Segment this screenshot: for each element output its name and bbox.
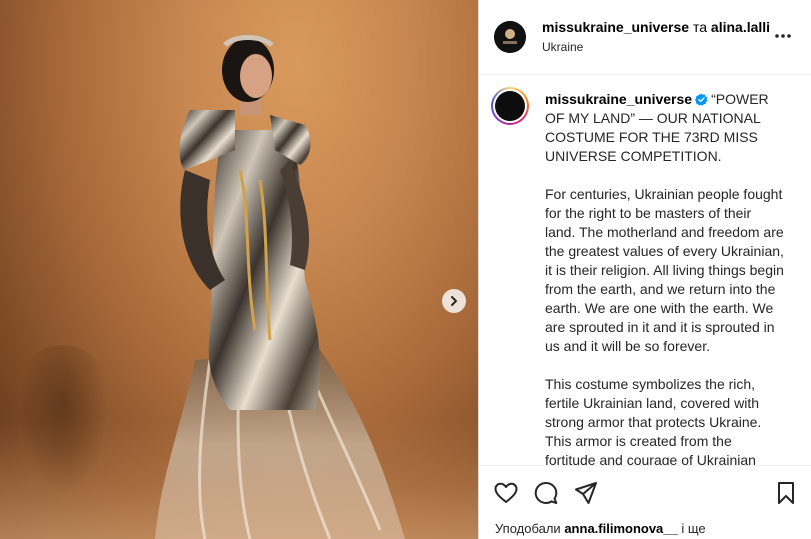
caption-first-paragraph: missukraine_universe “POWER OF MY LAND” … [545, 90, 785, 166]
paper-plane-icon[interactable] [573, 480, 599, 506]
header-usernames: missukraine_universe та alina.lalli [542, 19, 770, 35]
author-username-link[interactable]: missukraine_universe [542, 19, 689, 35]
wall-shadow [18, 345, 108, 495]
avatar-image [494, 21, 526, 53]
caption-area: missukraine_universe “POWER OF MY LAND” … [479, 75, 811, 465]
likes-user-link[interactable]: anna.filimonova__ [564, 521, 677, 536]
coauthor-username-link[interactable]: alina.lalli [711, 19, 770, 35]
caption-username-link[interactable]: missukraine_universe [545, 91, 692, 107]
location-link[interactable]: Ukraine [542, 40, 583, 54]
action-bar [479, 465, 811, 510]
caption-paragraph-3: This costume symbolizes the rich, fertil… [545, 376, 762, 465]
post-sidebar: missukraine_universe та alina.lalli Ukra… [478, 0, 811, 539]
author-avatar[interactable] [494, 21, 526, 53]
verified-badge-icon [695, 93, 708, 106]
comment-icon[interactable] [533, 480, 559, 506]
caption-paragraph-2: For centuries, Ukrainian people fought f… [545, 186, 784, 354]
heart-icon[interactable] [493, 480, 519, 506]
likes-prefix: Уподобали [495, 521, 561, 536]
post-image[interactable] [0, 0, 478, 539]
post-header: missukraine_universe та alina.lalli Ukra… [479, 0, 811, 75]
bookmark-icon[interactable] [773, 480, 799, 506]
next-image-button[interactable] [442, 289, 466, 313]
caption-text: missukraine_universe “POWER OF MY LAND” … [545, 90, 785, 465]
coauthor-connector: та [692, 19, 708, 35]
likes-summary: Уподобали anna.filimonova__ і ще [495, 521, 706, 536]
likes-others-link[interactable]: і ще [678, 521, 705, 536]
caption-avatar[interactable] [491, 87, 529, 125]
more-horizontal-icon[interactable] [773, 26, 793, 46]
chevron-right-icon [451, 296, 457, 306]
costume-figure [155, 35, 405, 539]
